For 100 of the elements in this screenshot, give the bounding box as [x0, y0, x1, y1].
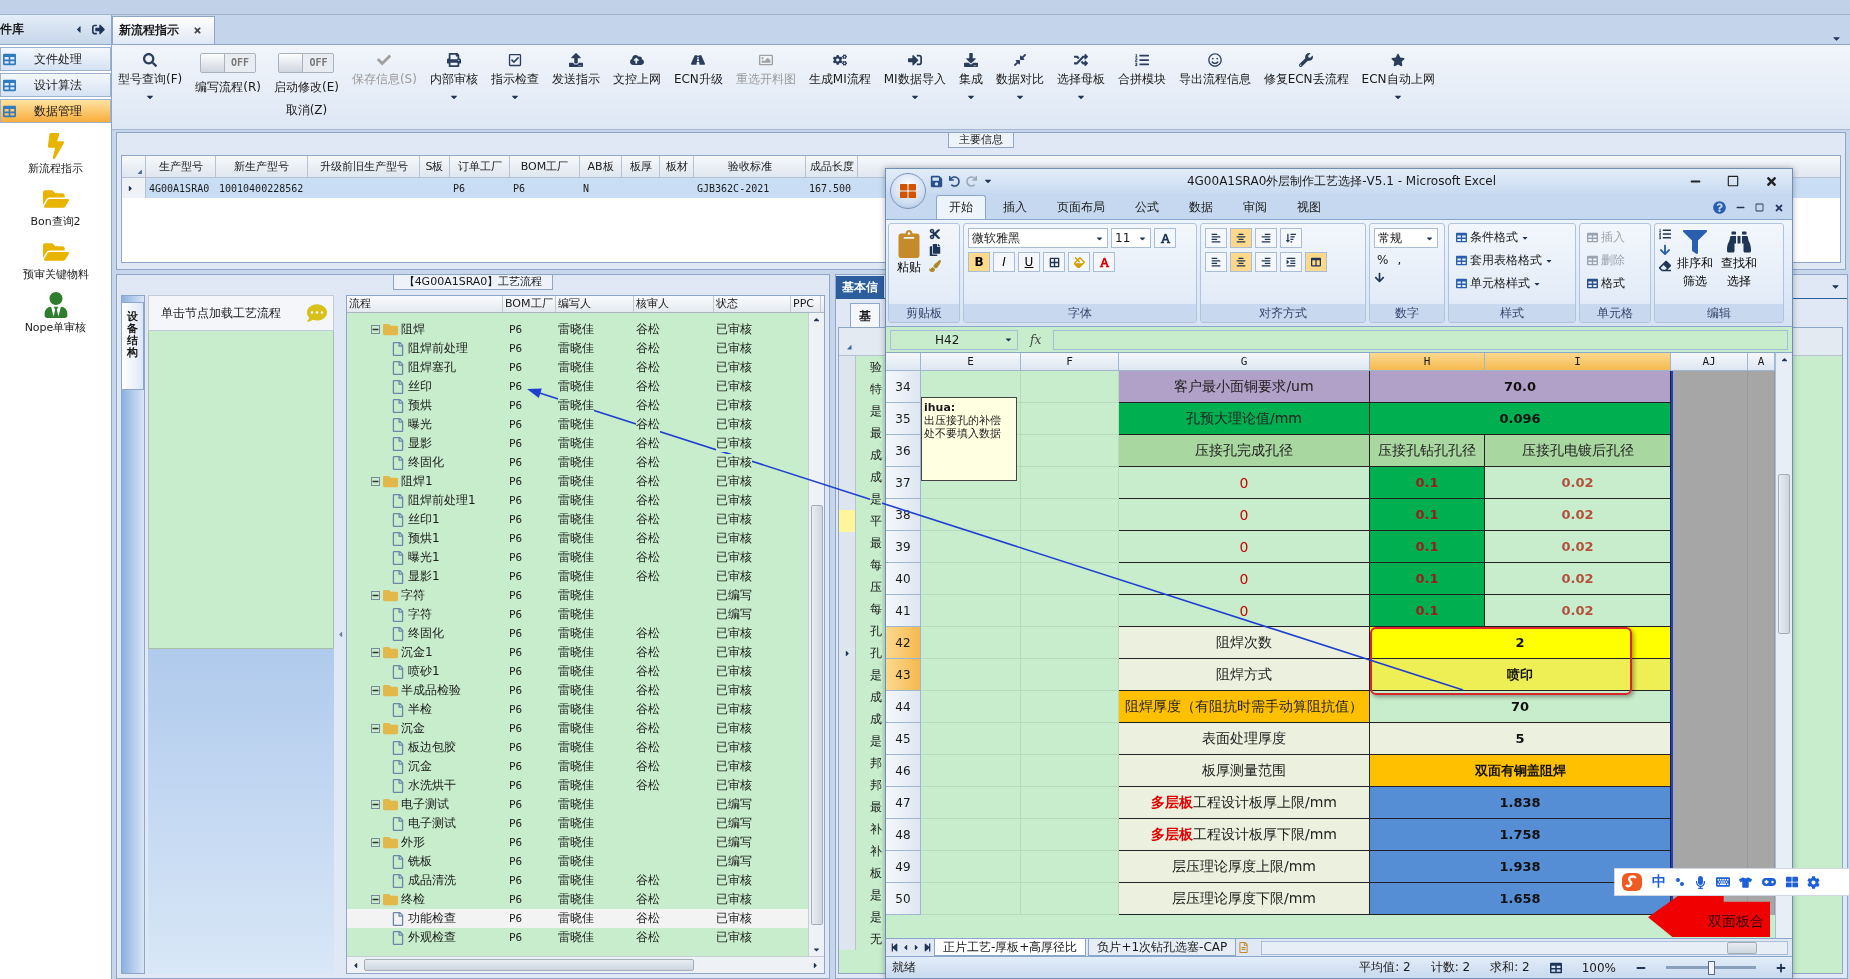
table-cell: 是	[870, 402, 882, 420]
table-cell: 谷松	[636, 530, 660, 547]
sheet-cell: 双面有铜盖阻焊	[1370, 755, 1671, 787]
table-cell: 已审核	[716, 378, 752, 395]
sheet-cell: 阻焊次数	[1119, 627, 1370, 659]
node-name: 沉金	[401, 720, 425, 737]
table-cell: 谷松	[636, 701, 660, 718]
table-cell: 已编写	[716, 815, 752, 832]
table-cell: P6	[509, 494, 523, 507]
node-name: 电子测试	[401, 796, 449, 813]
table-cell: 平	[870, 512, 882, 530]
table-cell: 雷晓佳	[558, 929, 594, 946]
table-cell: P6	[509, 437, 523, 450]
table-cell: 谷松	[636, 473, 660, 490]
table-cell: 邦	[870, 776, 882, 794]
table-cell: 板	[870, 864, 882, 882]
table-cell: 雷晓佳	[558, 492, 594, 509]
table-cell: 已审核	[716, 435, 752, 452]
table-cell: 雷晓佳	[558, 397, 594, 414]
table-cell: 谷松	[636, 454, 660, 471]
node-name: 阻焊前处理1	[408, 492, 476, 509]
table-cell: 已编写	[716, 796, 752, 813]
sheet-cell: 表面处理厚度	[1119, 723, 1370, 755]
table-cell: 已审核	[716, 758, 752, 775]
table-cell: 雷晓佳	[558, 872, 594, 889]
node-name: 喷砂1	[408, 663, 440, 680]
table-cell: 已编写	[716, 606, 752, 623]
table-cell: 已审核	[716, 777, 752, 794]
table-cell: 雷晓佳	[558, 587, 594, 604]
table-cell: 已审核	[716, 397, 752, 414]
table-cell: P6	[509, 646, 523, 659]
table-cell: 谷松	[636, 739, 660, 756]
table-cell: 成	[870, 688, 882, 706]
sheet-cell: 70.0	[1370, 371, 1671, 403]
table-cell: 已审核	[716, 663, 752, 680]
sheet-cell: 0.02	[1485, 531, 1671, 563]
table-cell: 雷晓佳	[558, 511, 594, 528]
node-name: 终检	[401, 891, 425, 908]
node-name: 外形	[401, 834, 425, 851]
table-cell: 谷松	[636, 758, 660, 775]
node-name: 阻焊塞孔	[408, 359, 456, 376]
table-cell: 谷松	[636, 511, 660, 528]
table-cell: 已审核	[716, 701, 752, 718]
table-cell: 是	[870, 732, 882, 750]
table-cell: 已审核	[716, 416, 752, 433]
node-name: 电子测试	[408, 815, 456, 832]
node-name: 功能检查	[408, 910, 456, 927]
table-cell: 谷松	[636, 929, 660, 946]
table-cell: 每	[870, 556, 882, 574]
sheet-cell: 客户最小面铜要求/um	[1119, 371, 1370, 403]
group-label: 单元格	[1580, 304, 1650, 322]
table-cell: 雷晓佳	[558, 663, 594, 680]
node-name: 半检	[408, 701, 432, 718]
sheet-cell: 0	[1119, 563, 1370, 595]
table-cell: 雷晓佳	[558, 777, 594, 794]
table-cell: P6	[509, 399, 523, 412]
table-cell: 已审核	[716, 929, 752, 946]
table-cell: 孔	[870, 622, 882, 640]
table-cell: P6	[513, 182, 526, 194]
node-name: 板边包胶	[408, 739, 456, 756]
table-cell: 特	[870, 380, 882, 398]
sheet-cell: 板厚测量范围	[1119, 755, 1370, 787]
table-cell: 已审核	[716, 910, 752, 927]
node-name: 阻焊1	[401, 473, 433, 490]
node-name: 水洗烘干	[408, 777, 456, 794]
hint-text: 单击节点加载工艺流程	[161, 304, 281, 322]
table-cell: P6	[509, 608, 523, 621]
table-cell: 谷松	[636, 777, 660, 794]
table-cell: 雷晓佳	[558, 340, 594, 357]
table-cell: P6	[509, 323, 523, 336]
table-cell: 谷松	[636, 720, 660, 737]
sheet-cell: 70	[1370, 691, 1671, 723]
table-cell: 已审核	[716, 549, 752, 566]
table-cell: 雷晓佳	[558, 853, 594, 870]
table-cell: 谷松	[636, 416, 660, 433]
sheet-cell: 0.096	[1370, 403, 1671, 435]
table-cell: P6	[509, 722, 523, 735]
table-cell: 雷晓佳	[558, 815, 594, 832]
table-cell: 雷晓佳	[558, 606, 594, 623]
table-cell: 雷晓佳	[558, 834, 594, 851]
node-name: 成品清洗	[408, 872, 456, 889]
table-cell: P6	[509, 855, 523, 868]
sheet-cell: 层压理论厚度下限/mm	[1119, 883, 1370, 915]
table-cell: 雷晓佳	[558, 910, 594, 927]
table-cell: 雷晓佳	[558, 720, 594, 737]
table-cell: P6	[509, 760, 523, 773]
status-text: 计数: 2	[1430, 959, 1471, 976]
table-cell: P6	[509, 570, 523, 583]
sheet-cell: 阻焊厚度（有阻抗时需手动算阻抗值）	[1119, 691, 1370, 723]
table-cell: 最	[870, 424, 882, 442]
table-cell: 雷晓佳	[558, 644, 594, 661]
sheet-cell: 多层板工程设计板厚上限/mm	[1119, 787, 1370, 819]
table-cell: P6	[509, 456, 523, 469]
table-cell: P6	[509, 684, 523, 697]
sheet-cell: 0.1	[1370, 563, 1485, 595]
table-cell: P6	[509, 342, 523, 355]
table-cell: 谷松	[636, 644, 660, 661]
sheet-cell: 0.1	[1370, 499, 1485, 531]
table-cell: P6	[509, 513, 523, 526]
table-cell: 谷松	[636, 359, 660, 376]
